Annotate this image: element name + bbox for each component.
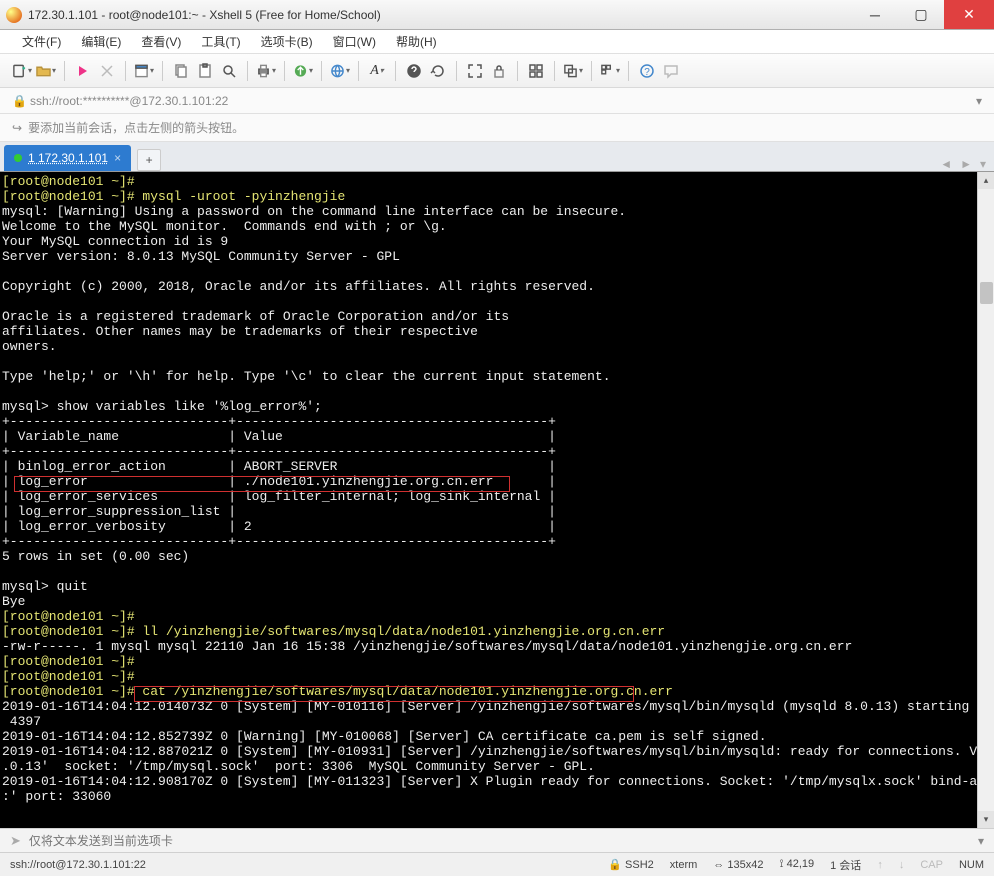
menu-tabs[interactable]: 选项卡(B) [253,30,321,53]
paste-button[interactable] [195,61,215,81]
tab-list-icon[interactable]: ▾ [976,157,990,171]
refresh-button[interactable] [428,61,448,81]
down-arrow-icon: ↓ [899,859,905,871]
menu-view[interactable]: 查看(V) [133,30,189,53]
lock-button[interactable] [489,61,509,81]
script-button[interactable] [404,61,424,81]
lock-small-icon: 🔒 [608,859,625,871]
copy-button[interactable] [171,61,191,81]
fullscreen-button[interactable] [465,61,485,81]
tile-button[interactable] [526,61,546,81]
tab-strip: 1 172.30.1.101 × + ◄ ► ▾ [0,142,994,172]
menu-help[interactable]: 帮助(H) [388,30,445,53]
command-input[interactable] [29,834,970,848]
status-sessions: 1 会话 [830,857,861,873]
new-session-button[interactable]: ▾ [12,61,32,81]
help-icon[interactable]: ? [637,61,657,81]
app-icon [6,7,22,23]
scroll-down-icon[interactable]: ▾ [978,811,994,828]
input-target-dropdown[interactable]: ▾ [978,834,984,848]
cascade-button[interactable]: ▾ [563,61,583,81]
tab-prev-icon[interactable]: ◄ [936,157,956,171]
close-button[interactable]: ✕ [944,0,994,29]
terminal-area[interactable]: [root@node101 ~]# [root@node101 ~]# mysq… [0,172,994,828]
open-button[interactable]: ▾ [36,61,56,81]
status-term: xterm [670,859,698,871]
layout-button[interactable]: ▾ [600,61,620,81]
address-text[interactable]: ssh://root:**********@172.30.1.101:22 [30,94,970,108]
status-size: ⇔ 135x42 [713,859,763,871]
up-arrow-icon: ↑ [877,859,883,871]
history-dropdown[interactable]: ▾ [976,94,982,108]
terminal-output[interactable]: [root@node101 ~]# [root@node101 ~]# mysq… [0,172,994,828]
hint-bar: ↪ 要添加当前会话，点击左侧的箭头按钮。 [0,114,994,142]
menu-tools[interactable]: 工具(T) [193,30,248,53]
disconnect-button[interactable] [97,61,117,81]
scroll-thumb[interactable] [980,282,993,304]
globe-button[interactable]: ▾ [330,61,350,81]
scroll-up-icon[interactable]: ▴ [978,172,994,189]
svg-text:?: ? [644,67,650,78]
send-icon[interactable]: ➤ [10,833,21,849]
status-proto: 🔒 SSH2 [608,858,654,871]
address-bar: 🔒 ssh://root:**********@172.30.1.101:22 … [0,88,994,114]
hint-text: 要添加当前会话，点击左侧的箭头按钮。 [28,119,244,136]
scrollbar[interactable]: ▴ ▾ [977,172,994,828]
reconnect-button[interactable] [73,61,93,81]
status-cursor: ⟟ 42,19 [779,858,814,871]
hint-icon[interactable]: ↪ [12,121,22,135]
new-tab-button[interactable]: + [137,149,161,171]
comment-icon[interactable] [661,61,681,81]
find-button[interactable] [219,61,239,81]
input-bar: ➤ ▾ [0,828,994,852]
menu-window[interactable]: 窗口(W) [325,30,384,53]
print-button[interactable]: ▾ [256,61,276,81]
menubar: 文件(F) 编辑(E) 查看(V) 工具(T) 选项卡(B) 窗口(W) 帮助(… [0,30,994,54]
font-button[interactable]: A▾ [367,61,387,81]
menu-file[interactable]: 文件(F) [14,30,69,53]
status-bar: ssh://root@172.30.1.101:22 🔒 SSH2 xterm … [0,852,994,876]
status-cap: CAP [920,859,943,871]
status-connection: ssh://root@172.30.1.101:22 [10,859,146,871]
tab-next-icon[interactable]: ► [956,157,976,171]
tab-label: 1 172.30.1.101 [28,151,108,165]
session-tab[interactable]: 1 172.30.1.101 × [4,145,131,171]
maximize-button[interactable]: ▢ [898,0,944,29]
transfer-button[interactable]: ▾ [293,61,313,81]
minimize-button[interactable]: ─ [852,0,898,29]
properties-button[interactable]: ▾ [134,61,154,81]
status-dot-icon [14,154,22,162]
titlebar: 172.30.1.101 - root@node101:~ - Xshell 5… [0,0,994,30]
lock-icon: 🔒 [12,94,24,108]
menu-edit[interactable]: 编辑(E) [73,30,129,53]
status-num: NUM [959,859,984,871]
tab-close-icon[interactable]: × [114,151,121,165]
window-title: 172.30.1.101 - root@node101:~ - Xshell 5… [28,8,852,22]
toolbar: ▾ ▾ ▾ ▾ ▾ ▾ A▾ ▾ ▾ ? [0,54,994,88]
